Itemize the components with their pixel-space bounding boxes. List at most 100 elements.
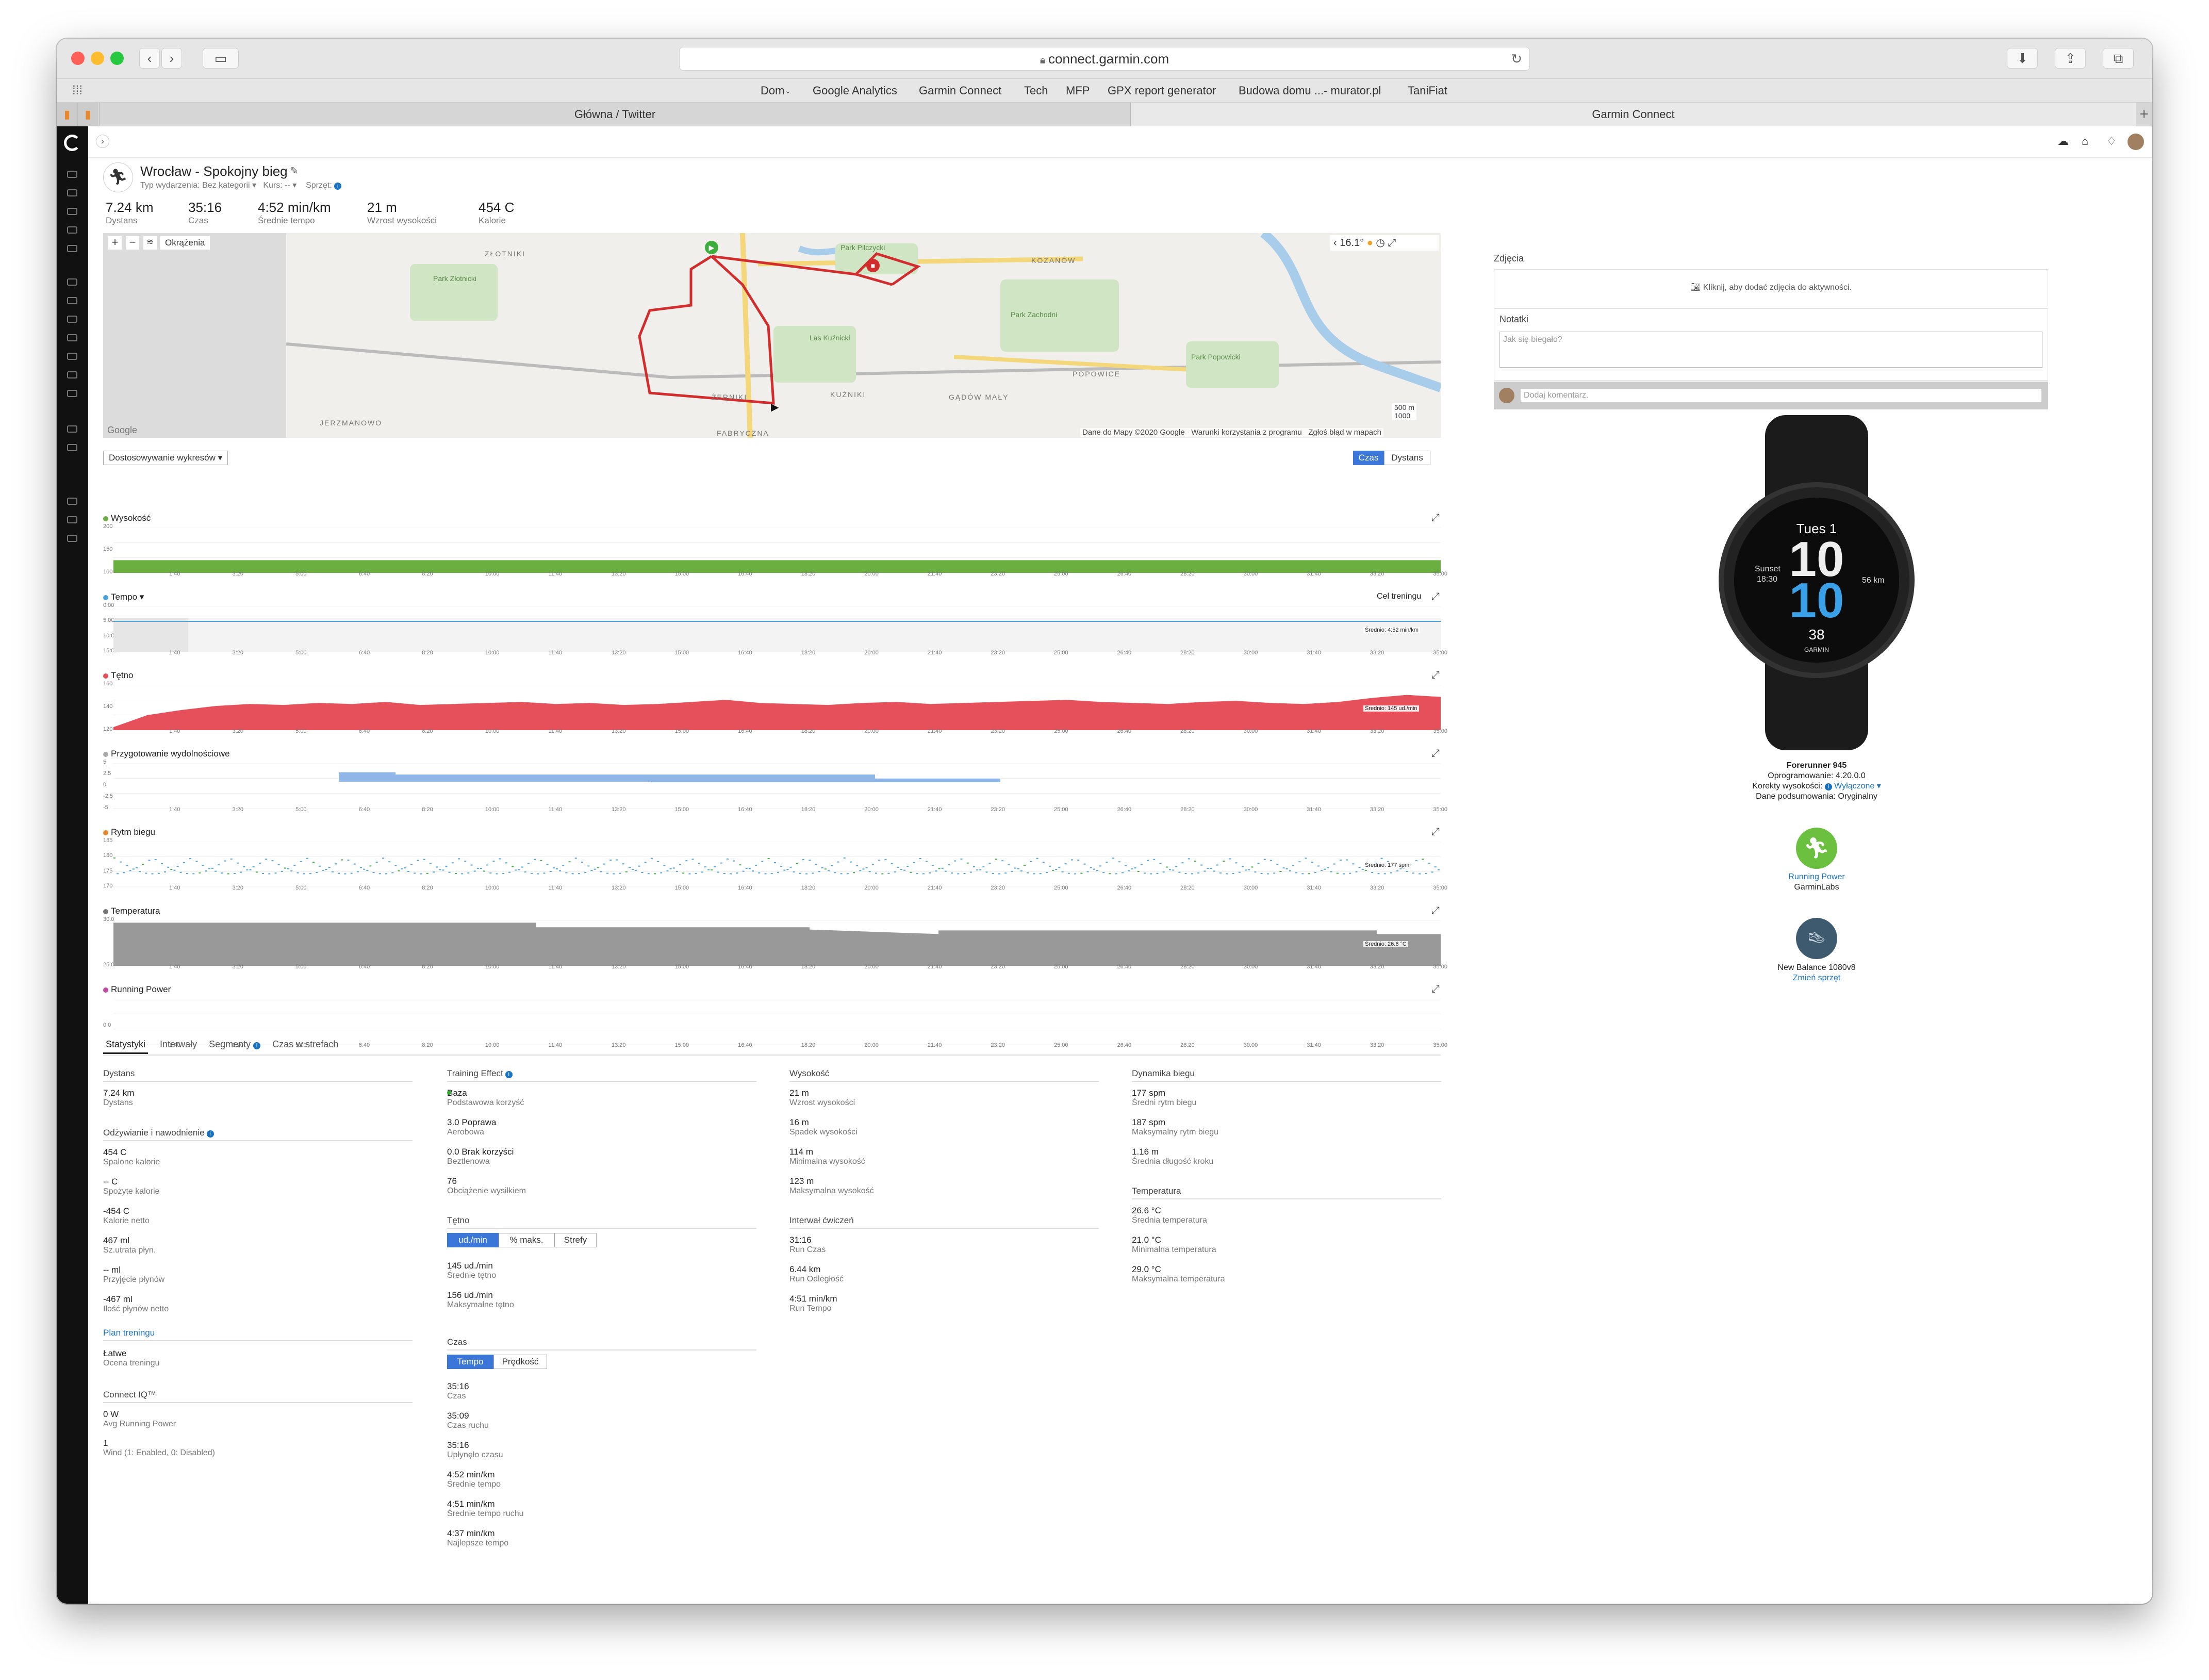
sidebar-toggle-icon[interactable]: ▭ bbox=[203, 48, 239, 69]
zoom-window-button[interactable] bbox=[110, 52, 124, 65]
tab-segments[interactable]: Segmenty bbox=[209, 1039, 251, 1049]
bookmark-dom[interactable]: Dom bbox=[761, 79, 784, 103]
running-power-app-icon[interactable]: 🏃︎ bbox=[1796, 828, 1837, 869]
connections-icon[interactable] bbox=[67, 425, 77, 433]
chart-title[interactable]: Temperatura bbox=[111, 906, 160, 916]
course-value[interactable]: -- bbox=[285, 181, 290, 190]
info-icon[interactable]: i bbox=[505, 1071, 513, 1078]
comment-input[interactable]: Dodaj komentarz. bbox=[1521, 389, 2041, 402]
notifications-icon[interactable]: ♢ bbox=[2106, 135, 2117, 148]
chart-title[interactable]: Tempo ▾ bbox=[111, 592, 144, 602]
add-photos-box[interactable]: 📷︎ Kliknij, aby dodać zdjęcia do aktywno… bbox=[1494, 269, 2048, 306]
gear-info-icon[interactable]: i bbox=[334, 183, 342, 190]
event-type-value[interactable]: Bez kategorii bbox=[202, 181, 250, 190]
new-tab-button[interactable]: + bbox=[2136, 103, 2152, 126]
pinned-tab-analytics-2[interactable]: ▮ bbox=[77, 103, 98, 126]
tabs-overview-icon[interactable]: ⧉ bbox=[2103, 48, 2134, 69]
chart-expand-icon[interactable]: ⤢ bbox=[1431, 983, 1440, 995]
body-icon[interactable] bbox=[67, 316, 77, 323]
reload-icon[interactable]: ↻ bbox=[1511, 47, 1522, 70]
chart-title[interactable]: Tętno bbox=[111, 670, 133, 681]
terms-link[interactable]: Warunki korzystania z programu bbox=[1191, 428, 1302, 437]
customize-charts-button[interactable]: Dostosowywanie wykresów ▾ bbox=[103, 451, 228, 465]
edit-pencil-icon[interactable]: ✎ bbox=[290, 164, 299, 177]
dashboard-icon[interactable] bbox=[67, 171, 77, 178]
chart-title[interactable]: Rytm biegu bbox=[111, 827, 155, 837]
minus-icon[interactable] bbox=[67, 208, 77, 215]
stress-icon[interactable] bbox=[67, 334, 77, 341]
bookmark-google-analytics[interactable]: Google Analytics bbox=[813, 79, 897, 103]
weight-icon[interactable] bbox=[67, 371, 77, 378]
toggle-time[interactable]: Czas bbox=[1353, 451, 1384, 465]
map-fullscreen-icon[interactable]: ⤢ bbox=[1388, 237, 1396, 249]
timer-icon[interactable]: ◷ bbox=[1376, 237, 1388, 249]
map-zoom-in-button[interactable]: + bbox=[108, 236, 122, 250]
chart-title[interactable]: Running Power bbox=[111, 984, 171, 995]
heart-icon[interactable] bbox=[67, 297, 77, 304]
minimize-window-button[interactable] bbox=[91, 52, 104, 65]
calendar-icon[interactable] bbox=[67, 226, 77, 234]
start-marker-icon[interactable]: ▶ bbox=[705, 241, 718, 254]
activities-icon[interactable] bbox=[67, 278, 77, 286]
chart-title[interactable]: Przygotowanie wydolnościowe bbox=[111, 749, 230, 759]
time-toggle-speed[interactable]: Prędkość bbox=[493, 1355, 547, 1369]
bookmark-mfp[interactable]: MFP bbox=[1066, 79, 1090, 103]
bookmark-garmin-connect[interactable]: Garmin Connect bbox=[919, 79, 1001, 103]
apps-grid-icon[interactable]: ⁞⁞⁞ bbox=[72, 79, 83, 103]
elev-corr-info-icon[interactable]: i bbox=[1824, 783, 1832, 790]
activity-title[interactable]: Wrocław - Spokojny bieg bbox=[140, 163, 288, 179]
bookmark-murator[interactable]: Budowa domu ...- murator.pl bbox=[1239, 79, 1381, 103]
bookmark-tech[interactable]: Tech bbox=[1024, 79, 1048, 103]
bookmark-gpx[interactable]: GPX report generator bbox=[1108, 79, 1216, 103]
route-map[interactable]: + − ≋ Okrążenia ZŁOTNIKI Park Złotnicki … bbox=[103, 233, 1441, 438]
groups-icon[interactable] bbox=[67, 444, 77, 451]
bookmark-tanifiat[interactable]: TaniFiat bbox=[1408, 79, 1447, 103]
back-button[interactable]: ‹ bbox=[139, 48, 160, 69]
address-bar[interactable]: 🔒︎ connect.garmin.com ↻ bbox=[679, 47, 1530, 71]
chart-expand-icon[interactable]: ⤢ bbox=[1431, 748, 1440, 760]
tab-garmin-connect[interactable]: Garmin Connect bbox=[1130, 103, 2136, 126]
share-icon[interactable]: ⇪ bbox=[2055, 48, 2086, 69]
finish-marker-icon[interactable]: ■ bbox=[866, 259, 880, 272]
chart-expand-icon[interactable]: ⤢ bbox=[1431, 669, 1440, 681]
map-temp-widget[interactable]: ‹ 16.1° ● ◷ ⤢ bbox=[1330, 235, 1439, 251]
chart-expand-icon[interactable]: ⤢ bbox=[1431, 905, 1440, 917]
chart-expand-icon[interactable]: ⤢ bbox=[1431, 826, 1440, 838]
garmin-logo-icon[interactable] bbox=[64, 135, 80, 151]
pulse-ox-icon[interactable] bbox=[67, 353, 77, 360]
user-avatar[interactable] bbox=[2128, 134, 2144, 150]
insights-icon[interactable] bbox=[67, 498, 77, 505]
tab-zones[interactable]: Czas w strefach bbox=[272, 1039, 338, 1049]
hr-toggle-percent[interactable]: % maks. bbox=[499, 1233, 554, 1247]
training-plan-link[interactable]: Plan treningu bbox=[103, 1328, 155, 1338]
notes-input[interactable]: Jak się biegało? bbox=[1499, 332, 2042, 368]
chart-expand-icon[interactable]: ⤢ bbox=[1431, 512, 1440, 524]
expand-nav-icon[interactable]: › bbox=[96, 135, 109, 148]
chart-title[interactable]: Wysokość bbox=[111, 513, 151, 523]
pinned-tab-analytics[interactable]: ▮ bbox=[57, 103, 77, 126]
hr-toggle-bpm[interactable]: ud./min bbox=[447, 1233, 499, 1247]
app-name[interactable]: Running Power bbox=[1708, 872, 1925, 882]
toggle-distance[interactable]: Dystans bbox=[1384, 451, 1430, 465]
change-gear-link[interactable]: Zmień sprzęt bbox=[1708, 973, 1925, 983]
bars-icon[interactable] bbox=[67, 390, 77, 397]
tab-twitter[interactable]: Główna / Twitter bbox=[99, 103, 1130, 126]
tab-intervals[interactable]: Interwały bbox=[160, 1039, 197, 1049]
training-target-toggle[interactable]: Cel treningu bbox=[1377, 592, 1421, 601]
elev-corr-dropdown[interactable]: Wyłączone ▾ bbox=[1834, 782, 1881, 790]
report-error-link[interactable]: Zgłoś błąd w mapach bbox=[1308, 428, 1381, 437]
map-zoom-out-button[interactable]: − bbox=[126, 236, 139, 250]
close-window-button[interactable] bbox=[71, 52, 85, 65]
downloads-icon[interactable]: ⬇ bbox=[2007, 48, 2038, 69]
upload-icon[interactable]: ☁︎ bbox=[2057, 135, 2069, 148]
device-sync-icon[interactable]: ⌂ bbox=[2082, 135, 2088, 148]
info-icon[interactable]: i bbox=[206, 1130, 214, 1138]
map-layers-icon[interactable]: ≋ bbox=[143, 236, 157, 250]
reports-icon[interactable] bbox=[67, 245, 77, 252]
layers-icon[interactable] bbox=[67, 189, 77, 196]
tab-statistics[interactable]: Statystyki bbox=[103, 1039, 149, 1054]
time-toggle-pace[interactable]: Tempo bbox=[447, 1355, 493, 1369]
segments-info-icon[interactable]: i bbox=[253, 1042, 261, 1049]
play-route-button[interactable]: ▶ bbox=[771, 401, 779, 414]
chart-expand-icon[interactable]: ⤢ bbox=[1431, 591, 1440, 603]
